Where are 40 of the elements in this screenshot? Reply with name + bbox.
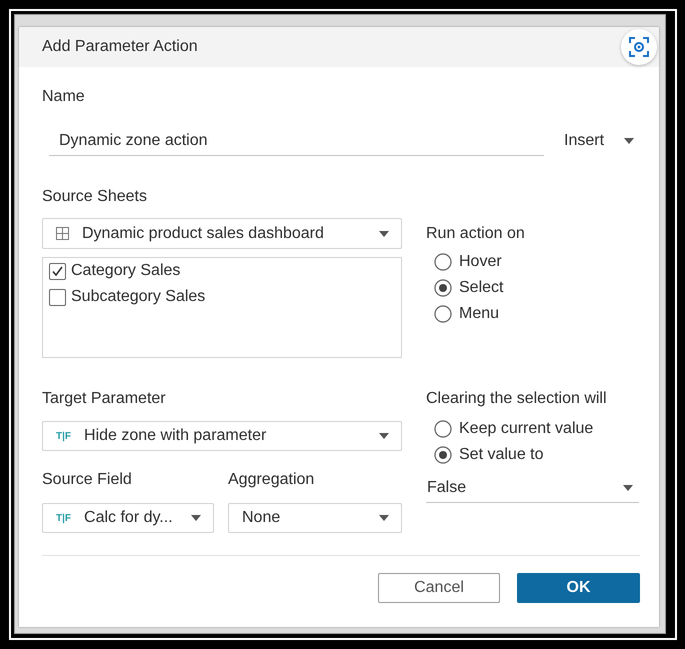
radio-button[interactable] (434, 253, 452, 271)
viewfinder-icon (629, 37, 649, 57)
section-label: Source Sheets (42, 188, 148, 206)
radio-label: Set value to (459, 446, 544, 464)
field-label: Name (42, 88, 86, 106)
parameter-dropdown[interactable]: T|F Hide zone with parameter (42, 421, 402, 451)
checkbox-label: Subcategory Sales (71, 288, 206, 306)
source-field-dropdown[interactable]: T|F Calc for dy... (42, 503, 214, 533)
field-label: Source Field (42, 471, 133, 489)
section-label: Target Parameter (42, 390, 167, 408)
caret-icon (624, 138, 634, 144)
field-type-icon: T|F (56, 430, 72, 442)
field-type-icon: T|F (56, 512, 72, 524)
dialog-title: Add Parameter Action (42, 38, 198, 56)
radio-label: Keep current value (459, 420, 594, 438)
aggregation-dropdown[interactable]: None (228, 503, 402, 533)
caret-icon (379, 433, 389, 439)
cancel-button[interactable]: Cancel (378, 573, 500, 603)
radio-label: Select (459, 279, 504, 297)
grid-icon (56, 227, 69, 240)
viewfinder-button[interactable] (621, 29, 657, 65)
section-label: Clearing the selection will (426, 390, 608, 408)
radio-button[interactable] (434, 420, 452, 438)
field-label: Aggregation (228, 471, 316, 489)
radio-button[interactable] (434, 279, 452, 297)
radio-label: Menu (459, 305, 500, 323)
caret-icon (379, 230, 389, 236)
caret-icon (191, 515, 201, 521)
checkbox[interactable] (49, 288, 66, 306)
radio-label: Hover (459, 253, 502, 271)
radio-button[interactable] (434, 446, 452, 464)
section-label: Run action on (426, 225, 526, 243)
ok-button[interactable]: OK (517, 573, 640, 603)
caret-icon (379, 515, 389, 521)
radio-button[interactable] (434, 305, 452, 323)
checkbox[interactable] (49, 262, 66, 280)
checkbox-label: Category Sales (71, 262, 180, 280)
insert-menu-button[interactable]: Insert (564, 126, 640, 156)
dashboard-dropdown[interactable]: Dynamic product sales dashboard (42, 218, 402, 249)
caret-icon (623, 485, 633, 491)
